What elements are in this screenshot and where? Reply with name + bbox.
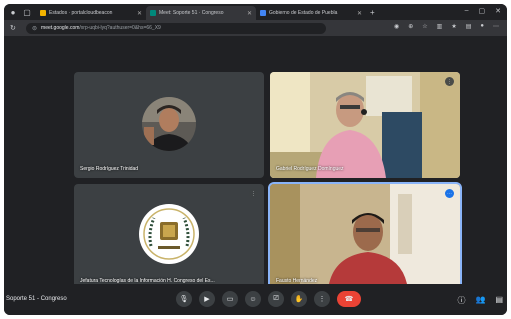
side-controls: ⓘ 👥 ▤ [457,295,503,306]
tab-meet[interactable]: Meet: Soporte 51 · Congreso ✕ [146,6,256,20]
tab-title: Gobierno de Estado de Puebla [269,10,338,16]
url-path: /xrp-uqbi-lyq?authuser=0&hs=66_X9 [79,25,161,31]
present-icon: ⎚ [273,295,279,302]
microphone-button[interactable]: 🎙 [176,291,192,307]
participant-tile[interactable]: ⋮ Gabriel Rodríguez Domínguez [270,72,460,178]
participant-tile[interactable]: ⋯ Fausto Hernández [268,182,462,292]
browser-toolbar: ◉ ⊕ ☆ ▥ ★ ▤ ● ⋯ [394,23,499,30]
url-text: meet.google.com/xrp-uqbi-lyq?authuser=0&… [41,25,161,31]
emoji-button[interactable]: ☺ [245,291,261,307]
congress-logo-avatar [139,204,199,264]
profile-avatar-icon[interactable]: ● [480,23,484,30]
tab-title: Meet: Soporte 51 · Congreso [159,10,224,16]
window-controls: – ▢ ✕ [465,7,501,15]
info-icon[interactable]: ⓘ [457,295,465,306]
menu-icon[interactable]: ⋯ [493,23,499,30]
browser-window: ● ▢ Estados · portalcloudbeacon ✕ Meet: … [4,4,507,315]
bookmark-icon[interactable]: ☆ [422,23,427,30]
reload-icon[interactable]: ↻ [10,24,20,32]
more-options-icon[interactable]: ⋮ [445,77,454,86]
profile-icon[interactable]: ● [8,7,18,17]
minimize-icon[interactable]: – [465,7,469,15]
site-info-icon[interactable]: ⊜ [32,25,37,32]
participant-video [270,72,460,178]
captions-button[interactable]: ▭ [222,291,238,307]
meet-controls-bar: Soporte 51 - Congreso 🎙 ▶ ▭ ☺ ⎚ ✋ ⋮ ☎ ⓘ … [4,284,507,315]
url-host: meet.google.com [41,25,80,31]
participant-tile[interactable]: Sergio Rodríguez Trinidad [74,72,264,178]
more-vert-icon: ⋮ [318,296,326,303]
captions-icon: ▭ [226,296,234,303]
tab-gobierno[interactable]: Gobierno de Estado de Puebla ✕ [256,6,366,20]
tab-bar: ● ▢ Estados · portalcloudbeacon ✕ Meet: … [4,4,507,20]
collections-icon[interactable]: ▤ [466,23,472,30]
maximize-icon[interactable]: ▢ [479,7,486,15]
favorites-icon[interactable]: ★ [451,23,456,30]
tab-estados[interactable]: Estados · portalcloudbeacon ✕ [36,6,146,20]
close-window-icon[interactable]: ✕ [495,7,501,15]
more-options-button[interactable]: ⋮ [314,291,330,307]
emoji-icon: ☺ [249,295,257,303]
meet-stage: Sergio Rodríguez Trinidad ⋮ Gabriel Rodr… [4,36,507,292]
end-call-button[interactable]: ☎ [337,291,361,307]
meeting-title: Soporte 51 - Congreso [6,296,67,302]
address-bar: ↻ ⊜ meet.google.com/xrp-uqbi-lyq?authuse… [4,20,507,36]
people-icon[interactable]: 👥 [475,295,485,306]
tab-actions-icon[interactable]: ▢ [22,7,32,17]
microphone-icon: 🎙 [179,296,189,303]
chat-icon[interactable]: ▤ [495,295,503,306]
participant-name: Sergio Rodríguez Trinidad [80,166,139,172]
favicon-icon [260,10,266,16]
split-view-icon[interactable]: ▥ [437,23,443,30]
close-tab-icon[interactable]: ✕ [137,10,142,17]
close-tab-icon[interactable]: ✕ [247,10,252,17]
favicon-icon [40,10,46,16]
zoom-icon[interactable]: ⊕ [408,23,413,30]
favicon-icon [150,10,156,16]
participant-video [270,184,460,290]
camera-permission-icon[interactable]: ◉ [394,23,399,30]
participant-name: Gabriel Rodríguez Domínguez [276,166,344,172]
hang-up-icon: ☎ [344,296,354,303]
raise-hand-button[interactable]: ✋ [291,291,307,307]
camera-icon: ▶ [204,296,210,303]
camera-button[interactable]: ▶ [199,291,215,307]
new-tab-icon[interactable]: + [370,8,375,17]
present-button[interactable]: ⎚ [268,291,284,307]
call-controls: 🎙 ▶ ▭ ☺ ⎚ ✋ ⋮ ☎ [176,291,361,307]
participant-avatar [142,97,196,151]
more-options-icon[interactable]: ⋮ [249,189,258,198]
close-tab-icon[interactable]: ✕ [357,10,362,17]
url-field[interactable]: ⊜ meet.google.com/xrp-uqbi-lyq?authuser=… [26,22,326,34]
tab-title: Estados · portalcloudbeacon [49,10,113,16]
participant-tile[interactable]: ⋮ Jefatura Tecnologías de la Información… [74,184,264,290]
speaking-indicator-icon: ⋯ [445,189,454,198]
hand-icon: ✋ [294,296,304,303]
